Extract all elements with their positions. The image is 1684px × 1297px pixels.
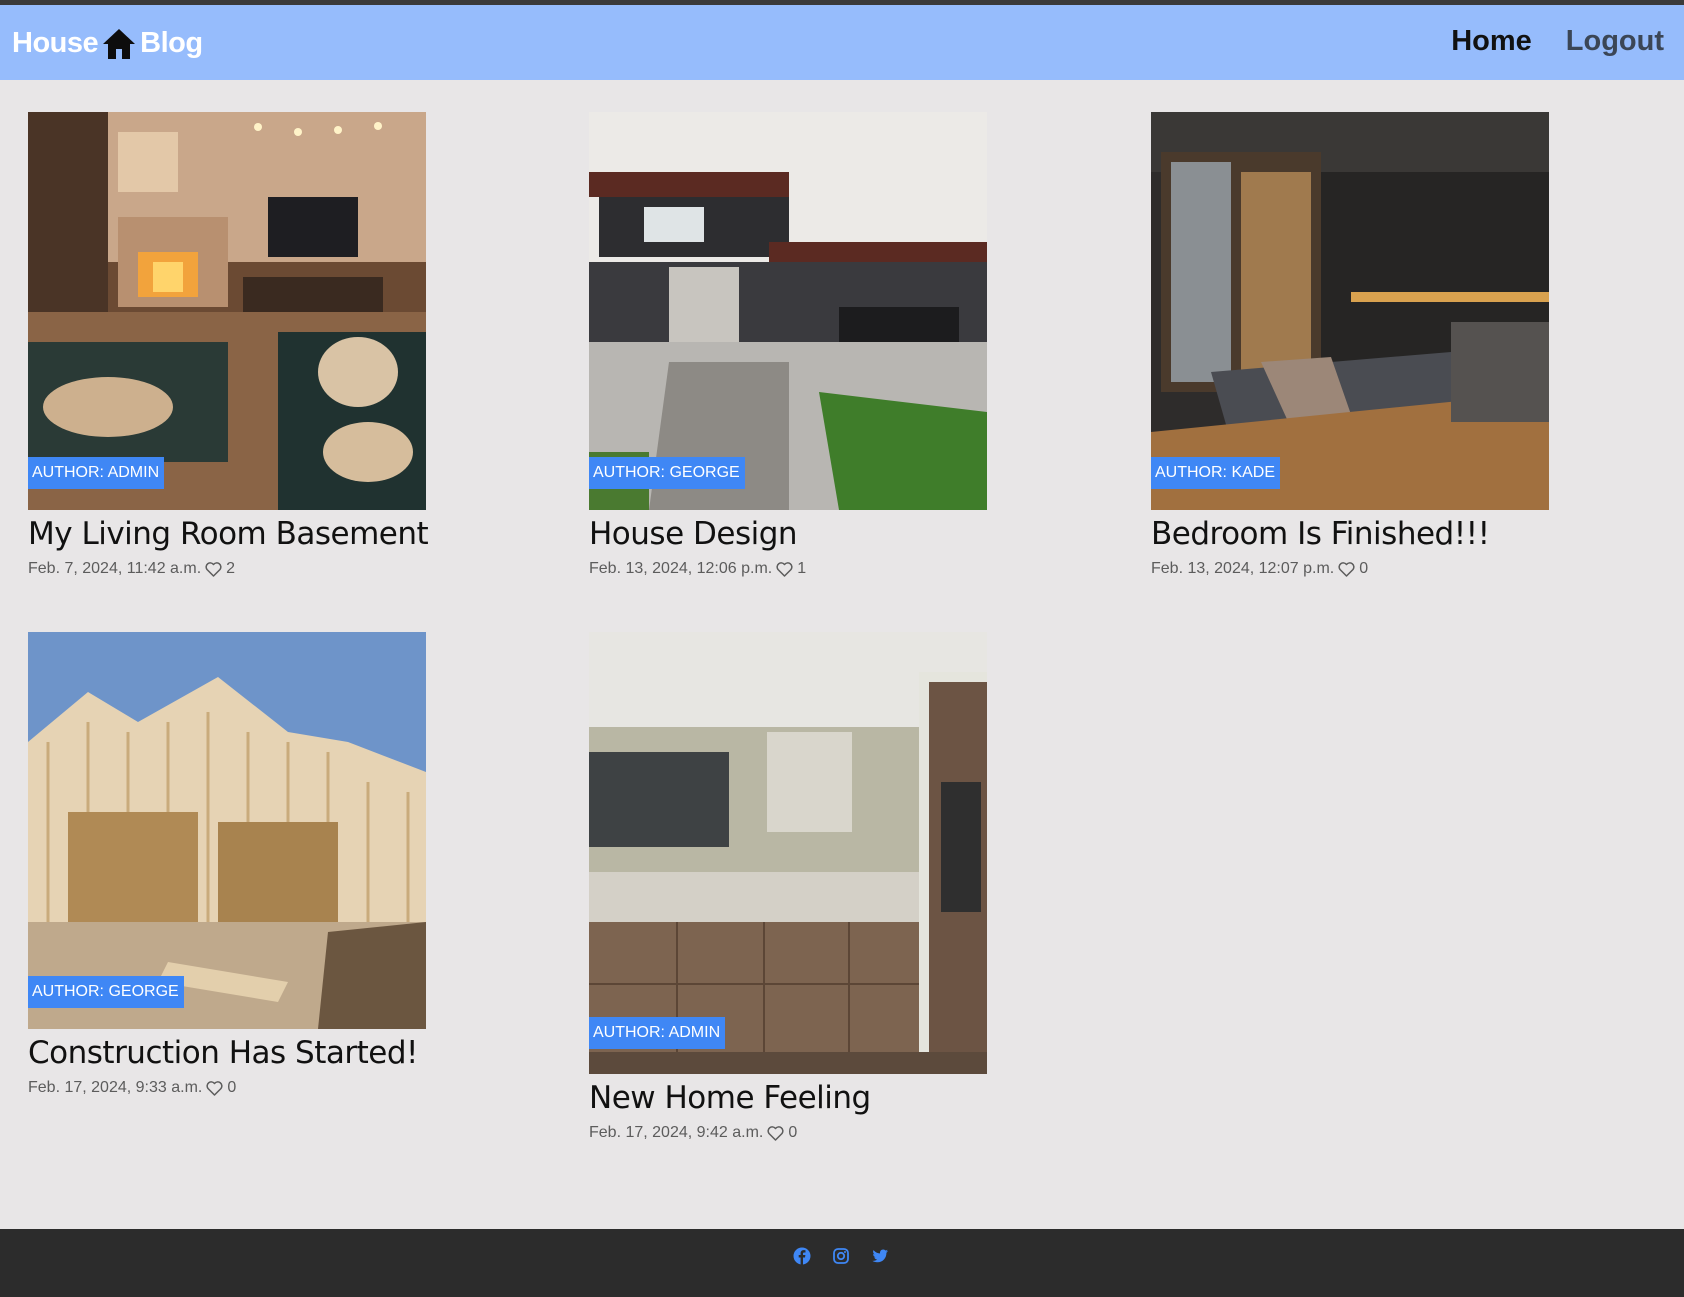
nav-link-home[interactable]: Home (1451, 25, 1532, 58)
post-title[interactable]: House Design (589, 516, 989, 552)
heart-icon[interactable] (205, 561, 222, 577)
like-count: 0 (227, 1079, 237, 1096)
brand-text-blog: Blog (140, 27, 203, 59)
instagram-icon[interactable] (832, 1247, 850, 1265)
facebook-icon[interactable] (793, 1247, 811, 1265)
construction-photo[interactable]: AUTHOR: GEORGE (28, 632, 426, 1029)
post-meta: Feb. 13, 2024, 12:07 p.m. 0 (1151, 560, 1551, 578)
living-room-photo[interactable]: AUTHOR: ADMIN (28, 112, 426, 510)
kitchen-photo[interactable]: AUTHOR: ADMIN (589, 632, 987, 1074)
brand-text-house: House (12, 27, 99, 59)
post-date: Feb. 17, 2024, 9:42 a.m. (589, 1124, 764, 1141)
author-badge: AUTHOR: KADE (1151, 457, 1281, 489)
post-title[interactable]: Bedroom Is Finished!!! (1151, 516, 1551, 552)
post-card[interactable]: AUTHOR: ADMIN New Home Feeling Feb. 17, … (589, 632, 989, 1142)
author-badge: AUTHOR: GEORGE (589, 457, 745, 489)
post-meta: Feb. 17, 2024, 9:42 a.m. 0 (589, 1124, 989, 1142)
post-title[interactable]: My Living Room Basement (28, 516, 429, 552)
bedroom-photo[interactable]: AUTHOR: KADE (1151, 112, 1549, 510)
post-date: Feb. 13, 2024, 12:07 p.m. (1151, 560, 1335, 577)
heart-icon[interactable] (767, 1125, 784, 1141)
post-card[interactable]: AUTHOR: ADMIN My Living Room Basement Fe… (28, 112, 429, 578)
heart-icon[interactable] (1338, 561, 1355, 577)
modern-house-photo[interactable]: AUTHOR: GEORGE (589, 112, 987, 510)
post-date: Feb. 13, 2024, 12:06 p.m. (589, 560, 773, 577)
post-date: Feb. 7, 2024, 11:42 a.m. (28, 560, 202, 577)
like-count: 0 (1359, 560, 1369, 577)
like-count: 0 (788, 1124, 798, 1141)
post-date: Feb. 17, 2024, 9:33 a.m. (28, 1079, 203, 1096)
post-title[interactable]: Construction Has Started! (28, 1035, 428, 1071)
navbar: House Blog Home Logout (0, 5, 1684, 80)
post-card[interactable]: AUTHOR: GEORGE House Design Feb. 13, 202… (589, 112, 989, 578)
brand-logo[interactable]: House Blog (12, 27, 203, 60)
like-count: 1 (797, 560, 807, 577)
author-badge: AUTHOR: ADMIN (589, 1017, 726, 1049)
heart-icon[interactable] (206, 1080, 223, 1096)
heart-icon[interactable] (776, 561, 793, 577)
twitter-icon[interactable] (871, 1247, 889, 1265)
footer (0, 1229, 1684, 1297)
social-links (793, 1247, 889, 1265)
author-badge: AUTHOR: ADMIN (28, 457, 165, 489)
post-meta: Feb. 13, 2024, 12:06 p.m. 1 (589, 560, 989, 578)
post-meta: Feb. 7, 2024, 11:42 a.m. 2 (28, 560, 428, 578)
post-card[interactable]: AUTHOR: KADE Bedroom Is Finished!!! Feb.… (1151, 112, 1551, 578)
house-icon (102, 28, 136, 60)
nav-link-logout[interactable]: Logout (1566, 25, 1664, 58)
post-title[interactable]: New Home Feeling (589, 1080, 989, 1116)
author-badge: AUTHOR: GEORGE (28, 976, 184, 1008)
like-count: 2 (226, 560, 236, 577)
post-card[interactable]: AUTHOR: GEORGE Construction Has Started!… (28, 632, 428, 1097)
nav-links: Home Logout (1451, 25, 1664, 58)
post-meta: Feb. 17, 2024, 9:33 a.m. 0 (28, 1079, 428, 1097)
